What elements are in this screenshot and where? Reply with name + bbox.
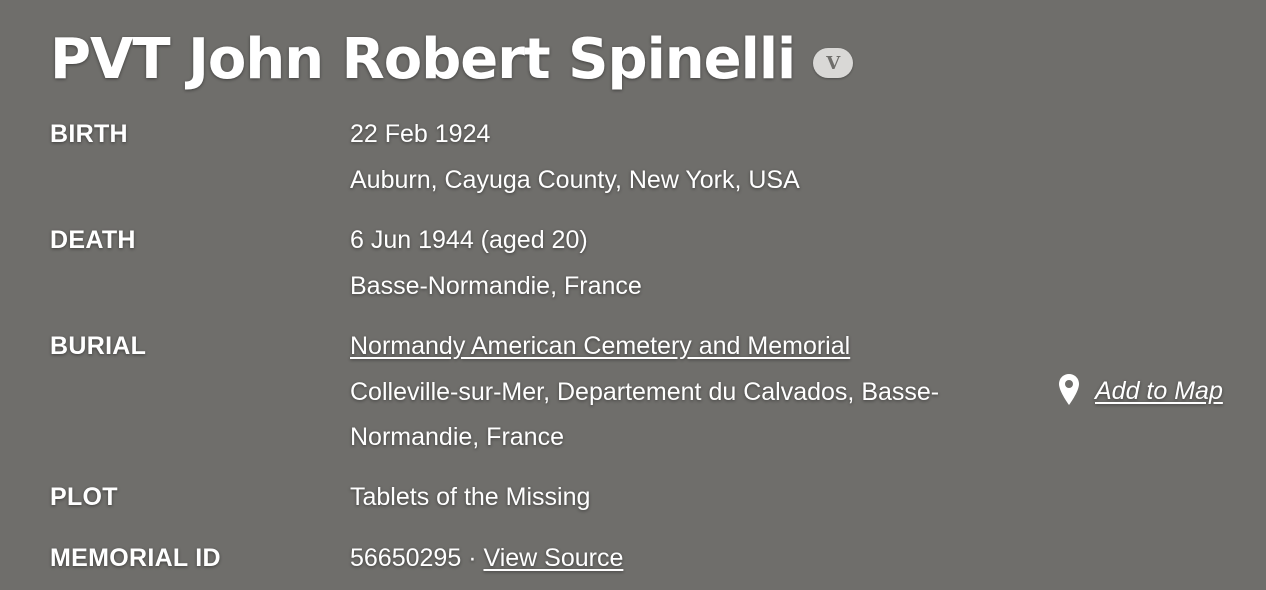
plot-text: Tablets of the Missing [350,483,591,511]
memorial-id-label: MEMORIAL ID [50,544,221,572]
title-row: PVT John Robert Spinelli V [50,22,854,98]
death-value: 6 Jun 1944 (aged 20) Basse-Normandie, Fr… [350,218,1240,309]
birth-label: BIRTH [50,120,128,148]
add-to-map-label[interactable]: Add to Map [1095,369,1223,414]
plot-label: PLOT [50,483,118,511]
veteran-badge-icon[interactable]: V [813,48,854,78]
memorial-id-separator: · [468,544,477,572]
view-source-link[interactable]: View Source [483,544,623,572]
add-to-map-button[interactable]: Add to Map [1058,369,1223,414]
death-label: DEATH [50,226,136,254]
cemetery-link[interactable]: Normandy American Cemetery and Memorial [350,332,850,360]
fact-row-plot: PLOT Tablets of the Missing [50,475,1240,536]
memorial-facts: BIRTH 22 Feb 1924 Auburn, Cayuga County,… [50,112,1240,586]
fact-row-burial: BURIAL Normandy American Cemetery and Me… [50,324,1240,475]
plot-value: Tablets of the Missing [350,475,1240,521]
birth-value: 22 Feb 1924 Auburn, Cayuga County, New Y… [350,112,1240,203]
map-pin-icon [1059,373,1079,405]
burial-label: BURIAL [50,332,147,360]
memorial-id-value: 56650295 · View Source [350,536,1240,582]
death-date: 6 Jun 1944 (aged 20) [350,226,588,254]
memorial-id-number: 56650295 [350,544,462,572]
fact-row-memorial-id: MEMORIAL ID 56650295 · View Source [50,536,1240,586]
page-title: PVT John Robert Spinelli [50,27,796,92]
fact-row-death: DEATH 6 Jun 1944 (aged 20) Basse-Normand… [50,218,1240,324]
burial-location: Colleville-sur-Mer, Departement du Calva… [350,377,940,452]
birth-place: Auburn, Cayuga County, New York, USA [350,165,800,194]
death-place: Basse-Normandie, France [350,271,642,300]
memorial-page: PVT John Robert Spinelli V BIRTH 22 Feb … [0,0,1266,590]
birth-date: 22 Feb 1924 [350,120,491,148]
fact-row-birth: BIRTH 22 Feb 1924 Auburn, Cayuga County,… [50,112,1240,218]
